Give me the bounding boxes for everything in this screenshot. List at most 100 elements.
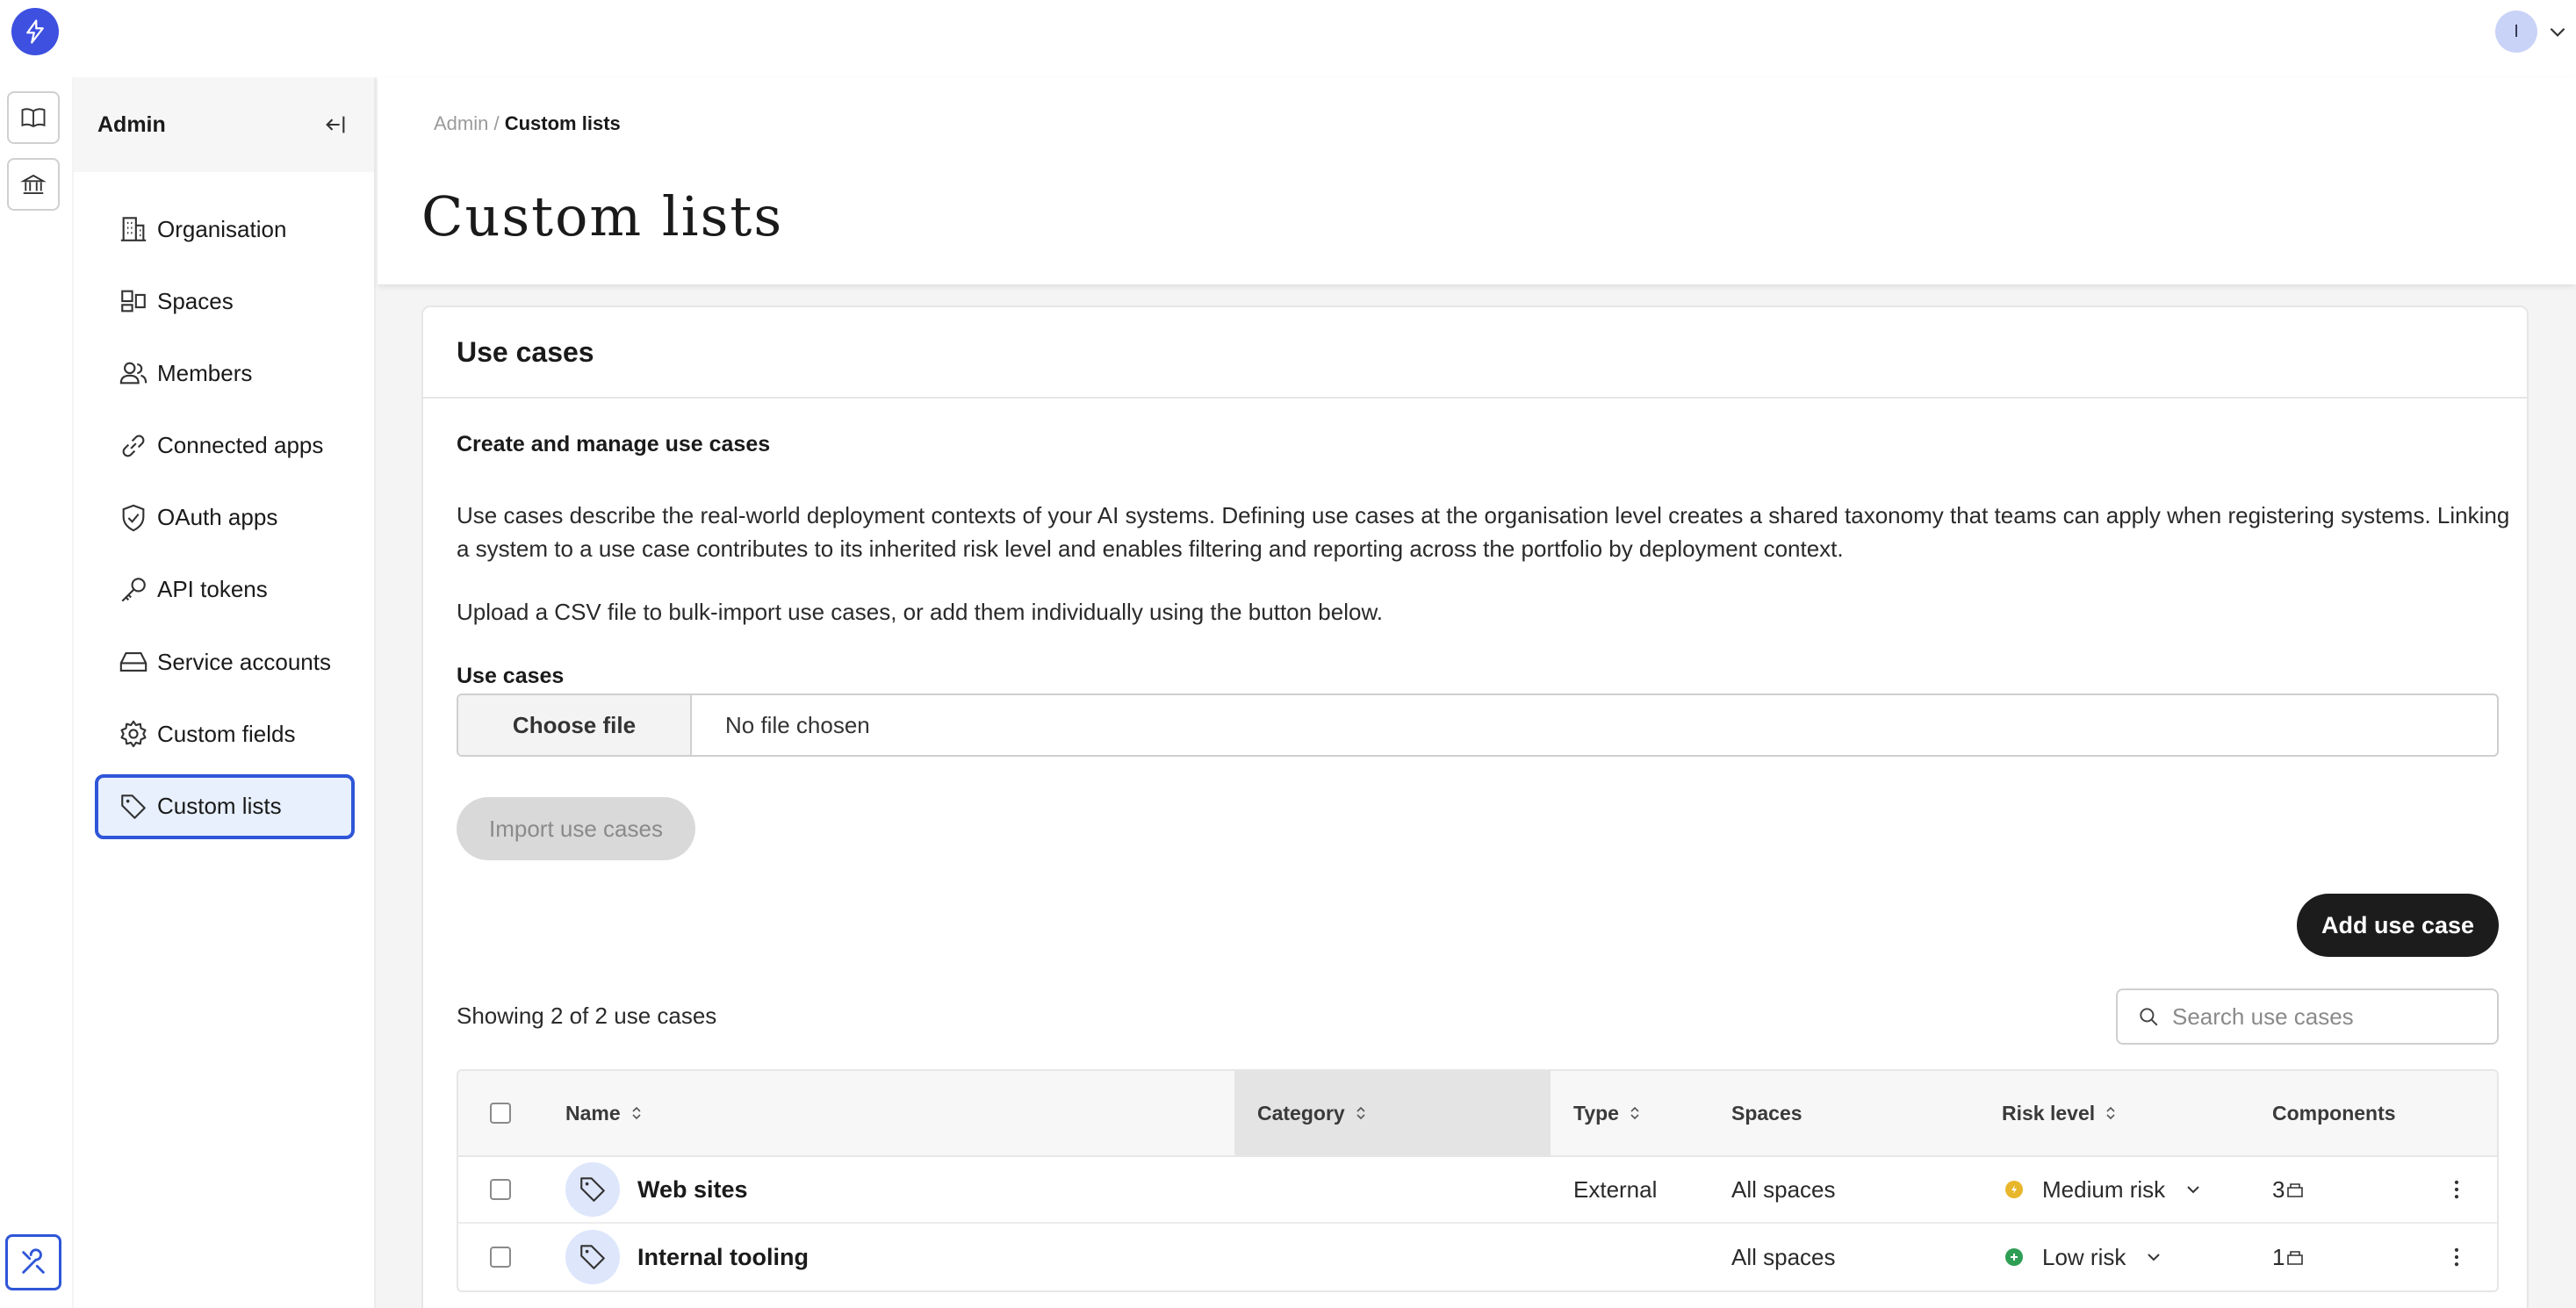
sidebar-item-service-accounts[interactable]: Service accounts — [95, 629, 355, 694]
sidebar-item-oauth-apps[interactable]: OAuth apps — [95, 485, 355, 550]
sidebar-item-label: Organisation — [157, 215, 287, 242]
table-row[interactable]: Web sites External All spaces Medium ris… — [458, 1157, 2497, 1224]
more-vertical-icon — [2454, 1247, 2459, 1267]
medium-risk-icon — [2005, 1181, 2023, 1198]
user-menu[interactable]: I — [2495, 11, 2569, 53]
column-header-components: Components — [2272, 1071, 2396, 1155]
sidebar-item-custom-fields[interactable]: Custom fields — [95, 701, 355, 766]
risk-label: Low risk — [2042, 1243, 2126, 1270]
sidebar-item-label: Members — [157, 359, 253, 386]
main-content: Admin / Custom lists Custom lists Use ca… — [376, 77, 2576, 1308]
table-row[interactable]: Internal tooling All spaces Low risk 1 — [458, 1224, 2497, 1290]
sidebar-item-label: Connected apps — [157, 432, 324, 459]
table-header: Name Category Type Spaces Risk level Com… — [458, 1071, 2497, 1157]
search-field[interactable] — [2116, 988, 2499, 1045]
bolt-icon — [26, 19, 44, 44]
sidebar-item-members[interactable]: Members — [95, 341, 355, 406]
row-checkbox[interactable] — [490, 1247, 511, 1268]
use-case-name[interactable]: Web sites — [637, 1176, 748, 1204]
tag-icon — [117, 790, 150, 823]
risk-level-dropdown[interactable]: Low risk — [2005, 1224, 2164, 1290]
components-count: 1 — [2272, 1243, 2285, 1270]
column-label: Category — [1257, 1101, 1345, 1125]
sidebar-item-custom-lists[interactable]: Custom lists — [95, 773, 355, 839]
page-title: Custom lists — [421, 184, 784, 248]
sort-icon — [2106, 1106, 2115, 1120]
components-cell: 1 — [2272, 1224, 2306, 1290]
row-actions-menu[interactable] — [2444, 1224, 2469, 1290]
admin-tools-button[interactable] — [5, 1234, 61, 1290]
components-cell: 3 — [2272, 1157, 2306, 1222]
sidebar-nav: Organisation Spaces Members Connected ap… — [74, 172, 374, 839]
sidebar-title: Admin — [97, 111, 166, 137]
column-label: Spaces — [1731, 1101, 1802, 1125]
use-cases-card: Use cases Create and manage use cases Us… — [421, 305, 2529, 1308]
risk-label: Medium risk — [2042, 1175, 2166, 1203]
spaces-cell: All spaces — [1731, 1175, 1836, 1203]
type-cell: External — [1573, 1175, 1658, 1203]
select-all-checkbox[interactable] — [490, 1103, 511, 1124]
choose-file-button[interactable]: Choose file — [458, 695, 692, 755]
institution-button[interactable] — [7, 158, 60, 211]
column-header-spaces: Spaces — [1731, 1071, 1802, 1155]
column-header-name[interactable]: Name — [565, 1071, 644, 1155]
import-use-cases-button[interactable]: Import use cases — [457, 797, 695, 860]
tools-icon — [22, 1248, 45, 1274]
name-cell[interactable]: Web sites — [565, 1157, 748, 1222]
column-label: Name — [565, 1101, 621, 1125]
column-header-category[interactable]: Category — [1234, 1071, 1551, 1155]
sort-icon — [1630, 1106, 1639, 1120]
use-cases-table: Name Category Type Spaces Risk level Com… — [457, 1069, 2499, 1292]
card-title: Use cases — [457, 335, 594, 368]
spaces-icon — [117, 284, 150, 318]
csv-file-input[interactable]: Choose file No file chosen — [457, 694, 2499, 757]
sidebar-item-label: Spaces — [157, 287, 234, 314]
breadcrumb: Admin / Custom lists — [434, 112, 621, 135]
chevron-down-icon[interactable] — [2546, 20, 2569, 43]
sidebar-header: Admin — [74, 77, 374, 172]
docs-button[interactable] — [7, 91, 60, 144]
select-all-cell — [490, 1071, 511, 1155]
search-icon — [2140, 1008, 2158, 1026]
tag-icon — [565, 1162, 620, 1217]
component-icon — [2287, 1183, 2304, 1197]
column-header-risk-level[interactable]: Risk level — [2002, 1071, 2118, 1155]
column-label: Type — [1573, 1101, 1619, 1125]
row-select-cell — [490, 1224, 511, 1290]
upload-hint-text: Upload a CSV file to bulk-import use cas… — [457, 599, 1384, 625]
file-field-label: Use cases — [457, 664, 565, 688]
key-icon — [117, 573, 150, 607]
section-subheading: Create and manage use cases — [457, 432, 771, 456]
bank-icon — [20, 174, 47, 194]
row-checkbox[interactable] — [490, 1179, 511, 1200]
users-icon — [117, 356, 150, 390]
building-icon — [117, 212, 150, 246]
link-icon — [117, 429, 150, 463]
avatar[interactable]: I — [2495, 11, 2537, 53]
gear-icon — [117, 717, 150, 751]
column-header-type[interactable]: Type — [1573, 1071, 1642, 1155]
drive-icon — [117, 645, 150, 679]
row-actions-menu[interactable] — [2444, 1157, 2469, 1222]
collapse-sidebar-icon[interactable] — [323, 112, 348, 137]
shield-check-icon — [117, 501, 150, 535]
breadcrumb-separator: / — [493, 112, 500, 134]
sidebar-item-spaces[interactable]: Spaces — [95, 269, 355, 334]
risk-level-dropdown[interactable]: Medium risk — [2005, 1157, 2204, 1222]
name-cell[interactable]: Internal tooling — [565, 1224, 809, 1290]
component-icon — [2287, 1251, 2304, 1265]
breadcrumb-parent[interactable]: Admin — [434, 112, 488, 134]
column-label: Components — [2272, 1101, 2396, 1125]
use-case-name[interactable]: Internal tooling — [637, 1244, 809, 1271]
description-text: Use cases describe the real-world deploy… — [457, 502, 2510, 562]
search-input[interactable] — [2172, 1003, 2488, 1031]
column-label: Risk level — [2002, 1101, 2096, 1125]
add-use-case-button[interactable]: Add use case — [2297, 894, 2499, 957]
page-header: Admin / Custom lists Custom lists — [378, 77, 2576, 284]
sidebar-item-api-tokens[interactable]: API tokens — [95, 557, 355, 622]
sidebar-item-organisation[interactable]: Organisation — [95, 197, 355, 262]
sidebar-item-connected-apps[interactable]: Connected apps — [95, 413, 355, 478]
components-count: 3 — [2272, 1175, 2285, 1203]
sidebar-item-label: Custom lists — [157, 793, 282, 819]
app-logo[interactable] — [11, 8, 59, 55]
